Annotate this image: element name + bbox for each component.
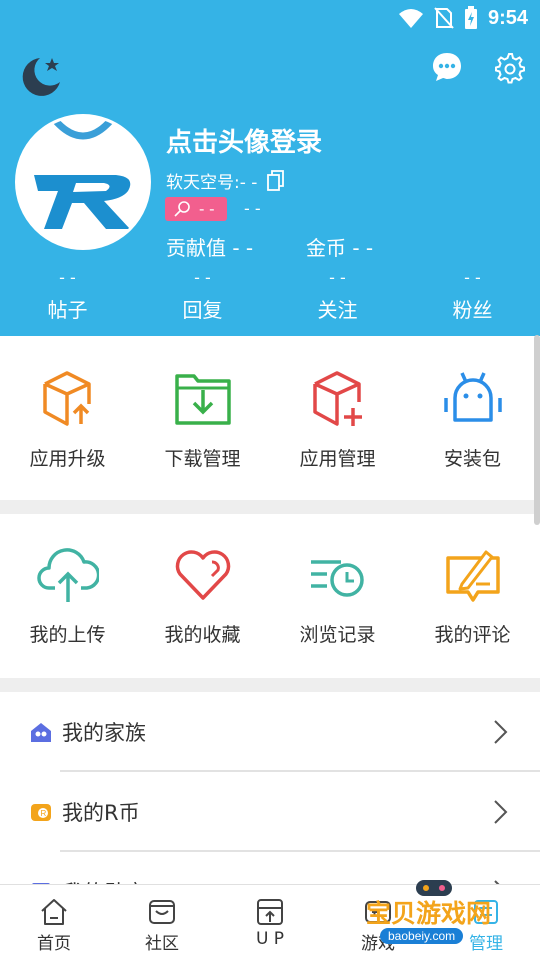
family-house-icon: [31, 723, 51, 742]
grid-item-my-uploads[interactable]: 我的上传: [0, 544, 135, 647]
grid-label: 浏览记录: [299, 624, 376, 646]
nav-community[interactable]: 社区: [108, 885, 216, 960]
grid-item-my-favorites[interactable]: 我的收藏: [135, 544, 270, 647]
nav-label: 社区: [145, 934, 179, 954]
copy-icon[interactable]: [267, 169, 285, 192]
badge-icon: [174, 201, 190, 217]
upload-up-icon: [257, 899, 283, 925]
gear-icon[interactable]: [492, 50, 526, 84]
profile-counts: - - 帖子 - - 回复 - - 关注 - - 粉丝: [0, 268, 540, 323]
cloud-upload-icon: [36, 548, 99, 602]
personal-grid: 我的上传 我的收藏 浏览记录 我的评论: [0, 544, 540, 647]
list-item-my-family[interactable]: 我的家族: [0, 694, 540, 770]
tools-grid: 应用升级 下载管理 应用管理 安装包: [0, 368, 540, 471]
nav-up[interactable]: U P: [216, 885, 324, 960]
grid-item-history[interactable]: 浏览记录: [270, 544, 405, 647]
wifi-icon: [398, 9, 423, 28]
count-value: - -: [464, 268, 481, 287]
grid-label: 下载管理: [164, 448, 241, 470]
grid-label: 我的收藏: [164, 624, 241, 646]
grid-item-app-manager[interactable]: 应用管理: [270, 368, 405, 471]
coin-value: 金币 - -: [306, 236, 374, 260]
grid-item-app-upgrade[interactable]: 应用升级: [0, 368, 135, 471]
status-time: 9:54: [487, 6, 528, 29]
avatar-logo-icon: [18, 117, 148, 247]
count-value: - -: [329, 268, 346, 287]
grid-label: 我的评论: [434, 624, 511, 646]
count-following[interactable]: - - 关注: [270, 268, 405, 323]
watermark-overlay: 宝贝游戏网 baobeiy.com: [362, 876, 508, 956]
contribution-value: 贡献值 - -: [166, 236, 254, 260]
list-label: 我的家族: [62, 721, 146, 745]
download-folder-icon: [174, 374, 231, 425]
count-replies[interactable]: - - 回复: [135, 268, 270, 323]
comment-edit-icon: [445, 550, 500, 602]
list-divider: [60, 850, 540, 852]
count-fans[interactable]: - - 粉丝: [405, 268, 540, 323]
list-label: 我的R币: [62, 801, 140, 825]
box-upgrade-icon: [42, 371, 91, 426]
grid-item-download-manager[interactable]: 下载管理: [135, 368, 270, 471]
soft-id-label: 软天空号:- -: [166, 173, 258, 193]
box-add-icon: [312, 371, 362, 426]
grid-label: 应用升级: [29, 448, 106, 470]
section-separator: [0, 500, 540, 514]
scrollbar[interactable]: [534, 335, 540, 525]
count-value: - -: [194, 268, 211, 287]
status-bar: 9:54: [398, 0, 540, 36]
chevron-right-icon: [494, 800, 508, 824]
count-label: 回复: [182, 298, 223, 322]
heart-icon: [175, 550, 230, 600]
grid-item-my-comments[interactable]: 我的评论: [405, 544, 540, 647]
list-item-my-rcoin[interactable]: R 我的R币: [0, 774, 540, 850]
home-icon: [41, 899, 67, 925]
login-prompt[interactable]: 点击头像登录: [166, 122, 322, 159]
count-value: - -: [59, 268, 76, 287]
count-label: 关注: [317, 298, 358, 322]
section-separator: [0, 678, 540, 692]
android-icon: [443, 372, 502, 422]
watermark-url: baobeiy.com: [380, 928, 464, 944]
history-icon: [310, 560, 364, 597]
profile-header: 9:54 点击头像登录 软天空号:- - - - - - 贡献值 - - 金币 …: [0, 0, 540, 336]
level-badge: - -: [165, 197, 227, 221]
avatar[interactable]: [15, 114, 151, 250]
watermark-text: 宝贝游戏网: [366, 899, 492, 928]
count-label: 粉丝: [452, 298, 493, 322]
battery-icon: [464, 6, 477, 29]
nav-label: 首页: [37, 934, 71, 954]
message-icon[interactable]: [430, 50, 464, 84]
badge-extra: - -: [244, 199, 261, 218]
count-posts[interactable]: - - 帖子: [0, 268, 135, 323]
chevron-right-icon: [494, 720, 508, 744]
night-mode-icon[interactable]: [16, 52, 64, 100]
count-label: 帖子: [47, 298, 88, 322]
community-icon: [149, 900, 175, 924]
grid-label: 应用管理: [299, 448, 376, 470]
grid-item-install-package[interactable]: 安装包: [405, 368, 540, 471]
no-sim-icon: [434, 7, 454, 29]
list-divider: [60, 770, 540, 772]
grid-label: 我的上传: [29, 624, 106, 646]
nav-home[interactable]: 首页: [0, 885, 108, 960]
svg-text:R: R: [41, 809, 47, 818]
badge-value: - -: [199, 200, 215, 218]
nav-label: U P: [255, 929, 285, 949]
coin-icon: R: [31, 804, 51, 821]
grid-label: 安装包: [443, 448, 501, 470]
soft-id: 软天空号:- -: [166, 168, 285, 193]
